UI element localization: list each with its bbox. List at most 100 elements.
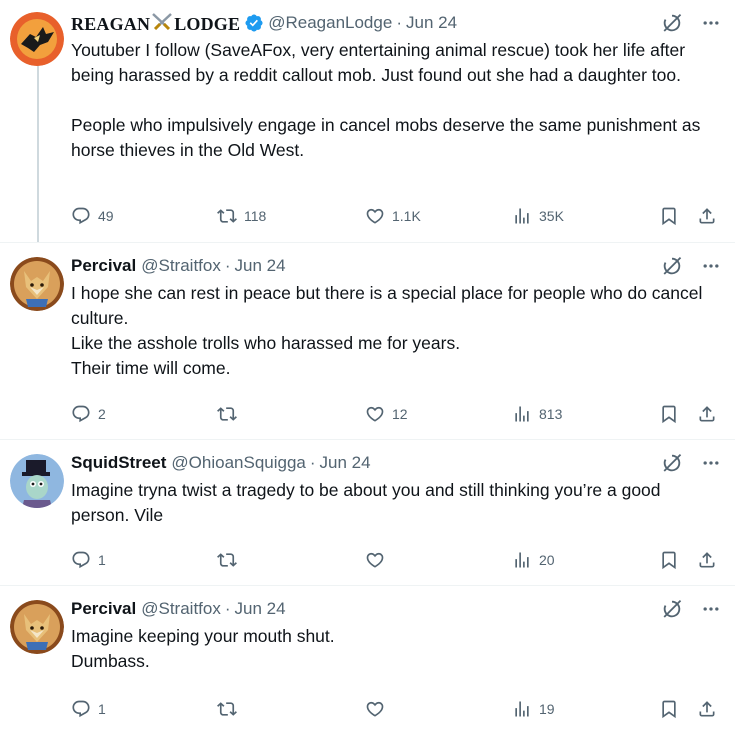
views-button[interactable]: 20 — [512, 550, 555, 570]
reply-count: 49 — [98, 208, 114, 224]
views-icon — [512, 550, 532, 570]
repost-button[interactable]: 118 — [217, 206, 266, 226]
repost-button[interactable] — [217, 550, 244, 570]
tweet-header: SquidStreet @OhioanSquigga · Jun 24 — [71, 450, 721, 476]
more-icon[interactable] — [701, 13, 721, 33]
handle[interactable]: @Straitfox — [141, 256, 221, 276]
tweet-header: Percival @Straitfox · Jun 24 — [71, 253, 721, 279]
grok-icon[interactable] — [661, 452, 683, 474]
like-button[interactable] — [365, 550, 392, 570]
reply-button[interactable]: 49 — [71, 206, 114, 226]
tweet-text: I hope she can rest in peace but there i… — [71, 283, 703, 378]
like-icon — [365, 699, 385, 719]
bookmark-icon — [659, 699, 679, 719]
share-button[interactable] — [697, 206, 717, 226]
views-count: 20 — [539, 552, 555, 568]
handle[interactable]: @OhioanSquigga — [171, 453, 305, 473]
reply-icon — [71, 550, 91, 570]
action-bar: 1 19 — [71, 696, 721, 722]
share-button[interactable] — [697, 404, 717, 424]
reply-count: 2 — [98, 406, 106, 422]
tweet-text: Youtuber I follow (SaveAFox, very entert… — [71, 40, 701, 160]
tweet-text: Imagine keeping your mouth shut. Dumbass… — [71, 626, 335, 671]
reply-icon — [71, 206, 91, 226]
repost-button[interactable] — [217, 699, 244, 719]
tweet-date[interactable]: Jun 24 — [235, 599, 286, 619]
reply-icon — [71, 699, 91, 719]
action-bar: 2 12 813 — [71, 401, 721, 427]
grok-icon[interactable] — [661, 598, 683, 620]
avatar[interactable] — [10, 454, 64, 508]
share-button[interactable] — [697, 550, 717, 570]
handle[interactable]: @Straitfox — [141, 599, 221, 619]
more-icon[interactable] — [701, 256, 721, 276]
reply-icon — [71, 404, 91, 424]
bookmark-icon — [659, 404, 679, 424]
display-name[interactable]: Percival — [71, 599, 136, 619]
avatar[interactable] — [10, 600, 64, 654]
share-button[interactable] — [697, 699, 717, 719]
like-icon — [365, 206, 385, 226]
separator-dot: · — [224, 599, 231, 618]
more-icon[interactable] — [701, 599, 721, 619]
avatar[interactable] — [10, 257, 64, 311]
like-count: 12 — [392, 406, 408, 422]
like-button[interactable] — [365, 699, 392, 719]
action-bar: 1 20 — [71, 547, 721, 573]
action-bar: 49 118 1.1K 35K — [71, 203, 721, 229]
repost-button[interactable] — [217, 404, 244, 424]
tweet-date[interactable]: Jun 24 — [406, 13, 457, 33]
handle[interactable]: @ReaganLodge — [268, 13, 392, 33]
views-button[interactable]: 35K — [512, 206, 564, 226]
repost-icon — [217, 699, 237, 719]
display-name[interactable]: REAGAN LODGE — [71, 12, 240, 35]
tweet[interactable]: Percival @Straitfox · Jun 24 Imagine kee… — [0, 586, 735, 731]
verified-badge-icon — [244, 13, 264, 33]
bookmark-button[interactable] — [659, 699, 679, 719]
views-icon — [512, 699, 532, 719]
like-button[interactable]: 12 — [365, 404, 408, 424]
tweet[interactable]: SquidStreet @OhioanSquigga · Jun 24 Imag… — [0, 440, 735, 586]
views-count: 35K — [539, 208, 564, 224]
bookmark-button[interactable] — [659, 404, 679, 424]
display-name[interactable]: Percival — [71, 256, 136, 276]
bookmark-icon — [659, 206, 679, 226]
tweet-date[interactable]: Jun 24 — [235, 256, 286, 276]
like-button[interactable]: 1.1K — [365, 206, 421, 226]
more-icon[interactable] — [701, 453, 721, 473]
like-count: 1.1K — [392, 208, 421, 224]
repost-icon — [217, 550, 237, 570]
reply-count: 1 — [98, 701, 106, 717]
like-icon — [365, 404, 385, 424]
repost-count: 118 — [244, 208, 267, 224]
views-icon — [512, 404, 532, 424]
tweet[interactable]: REAGAN LODGE @ReaganLodge · Jun 24 Youtub… — [0, 0, 735, 243]
reply-button[interactable]: 1 — [71, 699, 106, 719]
tweet-text: Imagine tryna twist a tragedy to be abou… — [71, 480, 666, 525]
share-icon — [697, 550, 717, 570]
like-icon — [365, 550, 385, 570]
share-icon — [697, 206, 717, 226]
views-icon — [512, 206, 532, 226]
reply-button[interactable]: 1 — [71, 550, 106, 570]
bookmark-icon — [659, 550, 679, 570]
display-name[interactable]: SquidStreet — [71, 453, 166, 473]
reply-count: 1 — [98, 552, 106, 568]
views-button[interactable]: 19 — [512, 699, 555, 719]
avatar[interactable] — [10, 12, 64, 66]
grok-icon[interactable] — [661, 12, 683, 34]
grok-icon[interactable] — [661, 255, 683, 277]
bookmark-button[interactable] — [659, 550, 679, 570]
bookmark-button[interactable] — [659, 206, 679, 226]
separator-dot: · — [224, 256, 231, 275]
thread-line — [37, 62, 39, 243]
views-button[interactable]: 813 — [512, 404, 562, 424]
tweet-header: REAGAN LODGE @ReaganLodge · Jun 24 — [71, 10, 721, 36]
share-icon — [697, 699, 717, 719]
tweet-header: Percival @Straitfox · Jun 24 — [71, 596, 721, 622]
repost-icon — [217, 206, 237, 226]
views-count: 813 — [539, 406, 563, 422]
reply-button[interactable]: 2 — [71, 404, 106, 424]
tweet[interactable]: Percival @Straitfox · Jun 24 I hope she … — [0, 243, 735, 440]
tweet-date[interactable]: Jun 24 — [320, 453, 371, 473]
